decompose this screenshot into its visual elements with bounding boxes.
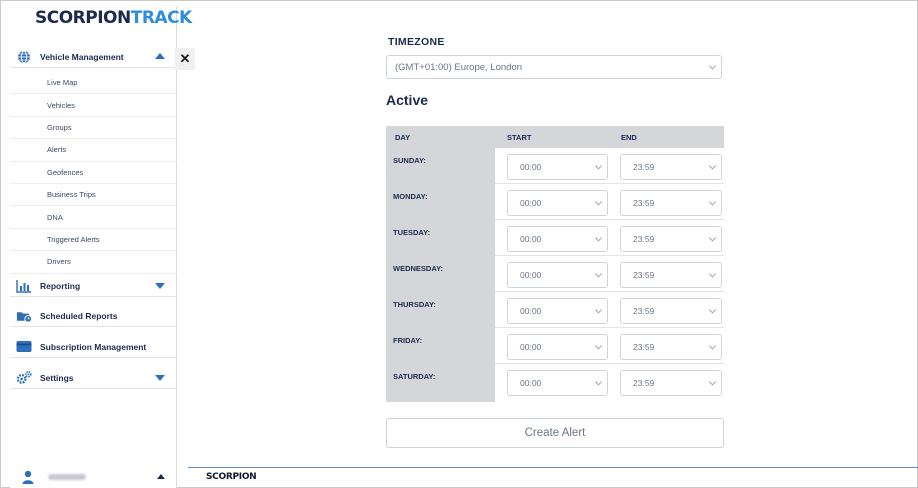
caret-up-icon — [155, 53, 165, 59]
close-sidebar-button[interactable]: ✕ — [175, 48, 195, 70]
chevron-down-icon — [594, 198, 603, 206]
nav-settings-label: Settings — [40, 372, 74, 383]
chevron-down-icon — [594, 306, 603, 314]
nav-scheduled-reports[interactable]: Scheduled Reports — [10, 305, 177, 327]
nav-reporting-label: Reporting — [40, 280, 81, 291]
nav-triggered-alerts[interactable]: Triggered Alerts — [10, 229, 177, 252]
day-label: WEDNESDAY: — [393, 264, 444, 273]
schedule-row-thursday: THURSDAY: 00:00 23:59 — [386, 292, 724, 328]
nav-business-trips[interactable]: Business Trips — [10, 184, 177, 207]
end-time-select[interactable]: 23:59 — [620, 334, 722, 360]
column-header-end: END — [621, 133, 637, 142]
close-icon: ✕ — [179, 51, 191, 66]
start-time-select[interactable]: 00:00 — [507, 190, 608, 216]
chevron-down-icon — [708, 162, 717, 170]
chevron-down-icon — [708, 198, 717, 206]
day-label: MONDAY: — [393, 192, 428, 201]
scorpiontrack-logo: SCORPIONTRACK — [35, 8, 192, 28]
timezone-select[interactable]: (GMT+01:00) Europe, London — [386, 55, 722, 79]
start-time-select[interactable]: 00:00 — [507, 154, 608, 180]
day-label: SUNDAY: — [393, 156, 426, 165]
start-time-select[interactable]: 00:00 — [507, 226, 608, 252]
schedule-row-monday: MONDAY: 00:00 23:59 — [386, 184, 724, 220]
nav-vehicle-management-label: Vehicle Management — [40, 51, 124, 62]
end-time-select[interactable]: 23:59 — [620, 154, 722, 180]
caret-down-icon — [155, 283, 165, 289]
nav-subscription-management[interactable]: Subscription Management — [10, 336, 177, 358]
nav-settings[interactable]: Settings — [10, 367, 177, 389]
nav-vehicles[interactable]: Vehicles — [10, 94, 177, 117]
caret-up-icon — [157, 474, 165, 479]
schedule-row-tuesday: TUESDAY: 00:00 23:59 — [386, 220, 724, 256]
nav-geofences[interactable]: Geofences — [10, 162, 177, 184]
nav-drivers[interactable]: Drivers — [10, 251, 177, 274]
start-time-select[interactable]: 00:00 — [507, 262, 608, 288]
end-time-select[interactable]: 23:59 — [620, 370, 722, 396]
nav-reporting[interactable]: Reporting — [10, 275, 177, 297]
gears-icon — [16, 370, 32, 386]
nav-dna[interactable]: DNA — [10, 206, 177, 229]
schedule-table-header: DAY START END — [386, 126, 724, 148]
bar-chart-icon — [16, 278, 32, 294]
chevron-down-icon — [594, 378, 603, 386]
nav-subscription-management-label: Subscription Management — [40, 341, 147, 352]
user-menu[interactable] — [10, 467, 177, 487]
globe-icon — [16, 49, 32, 65]
day-label: TUESDAY: — [393, 228, 431, 237]
end-time-select[interactable]: 23:59 — [620, 262, 722, 288]
end-time-select[interactable]: 23:59 — [620, 298, 722, 324]
day-label: SATURDAY: — [393, 372, 436, 381]
nav-groups[interactable]: Groups — [10, 117, 177, 140]
footer-scorpion-logo: SCORPION — [206, 472, 257, 482]
nav-vehicle-management[interactable]: Vehicle Management — [10, 46, 177, 68]
chevron-down-icon — [708, 270, 717, 278]
start-time-select[interactable]: 00:00 — [507, 298, 608, 324]
chevron-down-icon — [594, 162, 603, 170]
timezone-label: TIMEZONE — [388, 36, 445, 48]
chevron-down-icon — [708, 342, 717, 350]
schedule-row-sunday: SUNDAY: 00:00 23:59 — [386, 148, 724, 184]
nav-alerts[interactable]: Alerts — [10, 139, 177, 162]
chevron-down-icon — [708, 62, 717, 70]
nav-scheduled-reports-label: Scheduled Reports — [40, 310, 118, 321]
end-time-select[interactable]: 23:59 — [620, 226, 722, 252]
active-section-title: Active — [386, 92, 429, 108]
schedule-row-wednesday: WEDNESDAY: 00:00 23:59 — [386, 256, 724, 292]
user-name-redacted — [48, 474, 86, 480]
chevron-down-icon — [594, 342, 603, 350]
schedule-row-saturday: SATURDAY: 00:00 23:59 — [386, 364, 724, 400]
user-icon — [22, 470, 34, 484]
caret-down-icon — [155, 375, 165, 381]
start-time-select[interactable]: 00:00 — [507, 370, 608, 396]
credit-card-icon — [16, 339, 32, 355]
day-label: THURSDAY: — [393, 300, 436, 309]
scheduled-reports-icon — [16, 308, 32, 324]
chevron-down-icon — [708, 378, 717, 386]
end-time-select[interactable]: 23:59 — [620, 190, 722, 216]
nav-live-map[interactable]: Live Map — [10, 72, 177, 95]
vehicle-submenu: Live Map Vehicles Groups Alerts Geofence… — [10, 72, 177, 274]
footer-divider — [188, 467, 918, 468]
column-header-day: DAY — [395, 133, 411, 142]
create-alert-button[interactable]: Create Alert — [386, 418, 724, 448]
schedule-row-friday: FRIDAY: 00:00 23:59 — [386, 328, 724, 364]
start-time-select[interactable]: 00:00 — [507, 334, 608, 360]
day-label: FRIDAY: — [393, 336, 423, 345]
chevron-down-icon — [708, 234, 717, 242]
column-header-start: START — [507, 133, 532, 142]
chevron-down-icon — [594, 234, 603, 242]
chevron-down-icon — [594, 270, 603, 278]
timezone-value: (GMT+01:00) Europe, London — [395, 61, 523, 73]
chevron-down-icon — [708, 306, 717, 314]
